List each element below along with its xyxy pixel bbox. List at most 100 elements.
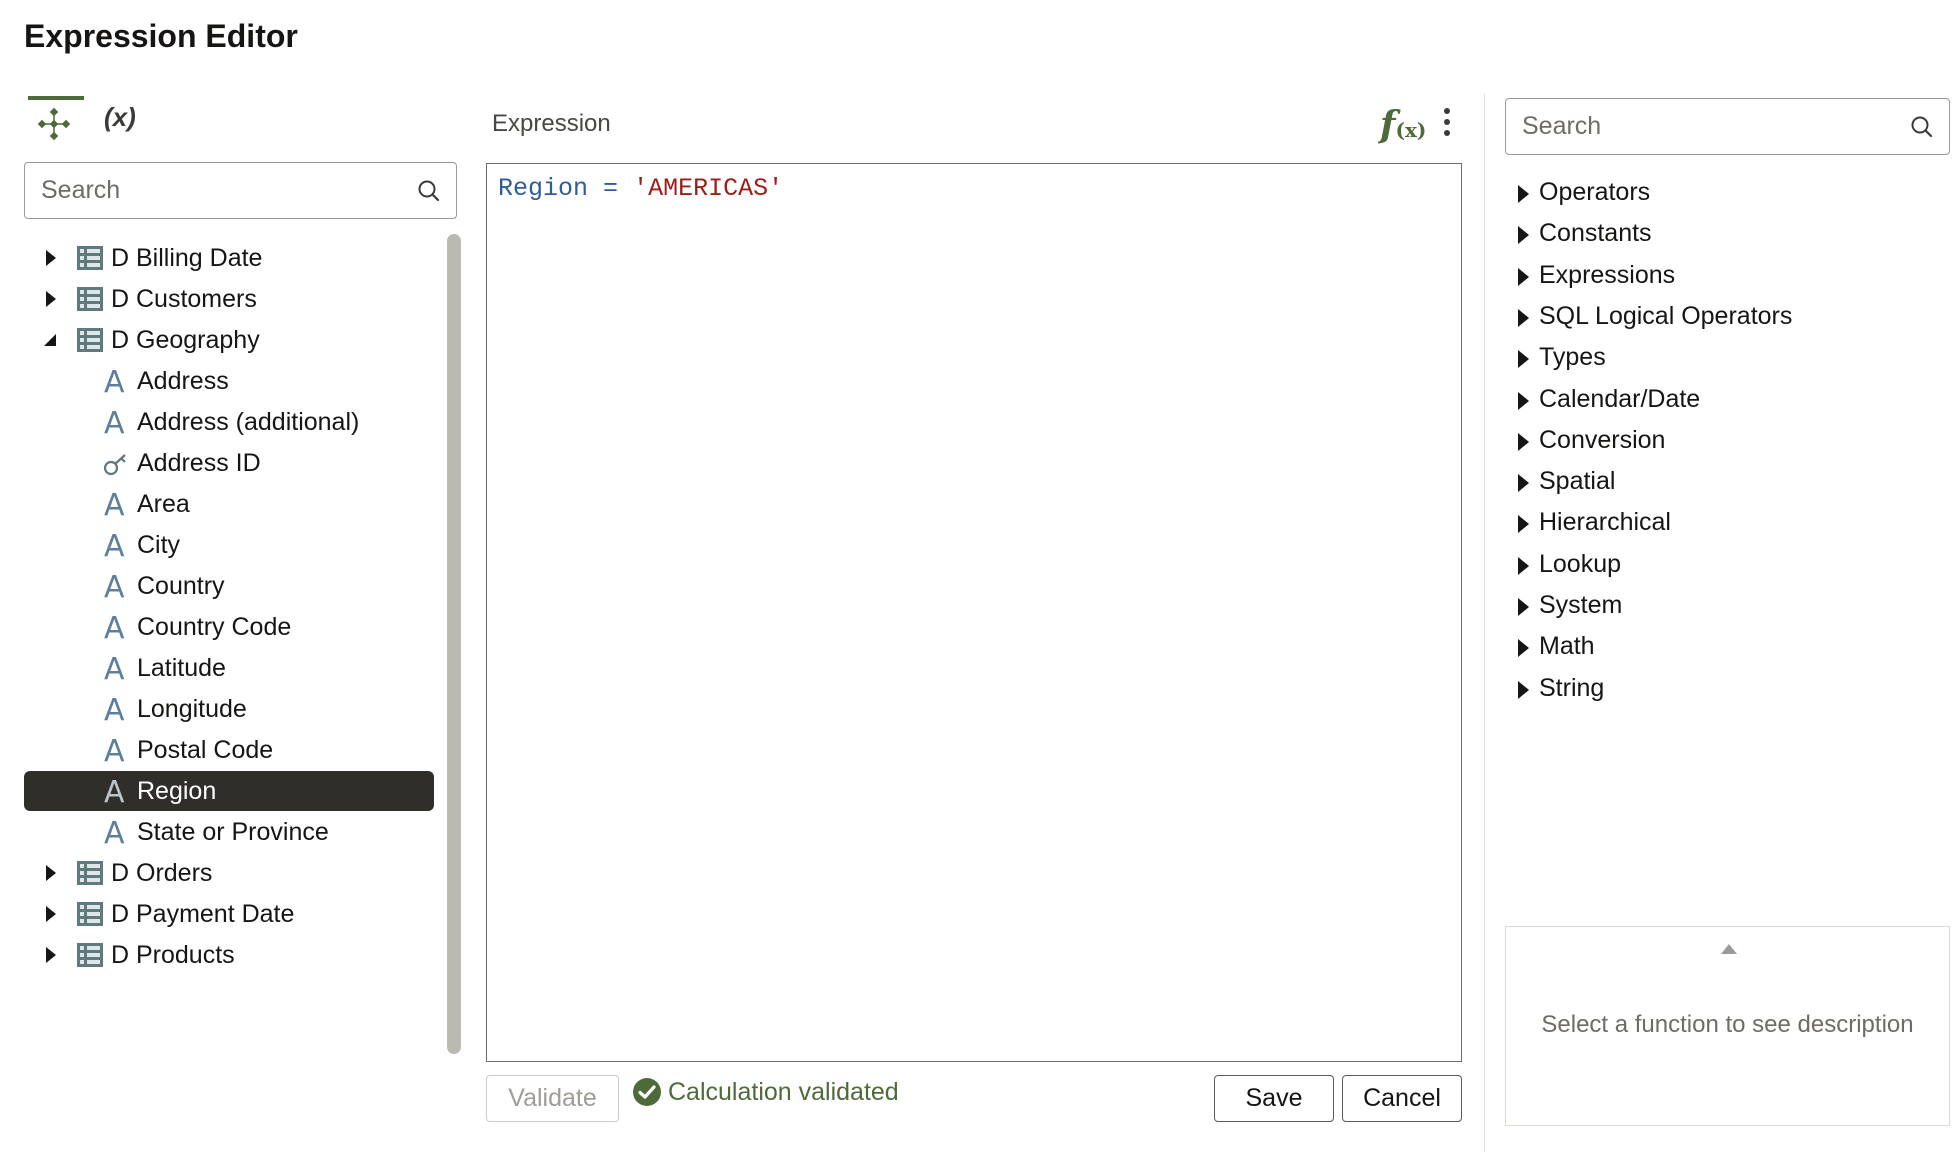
table-icon [77,902,103,926]
code-identifier: Region [498,174,589,203]
expand-arrow-icon [1518,392,1529,410]
validate-button[interactable]: Validate [486,1075,619,1122]
more-options-icon[interactable] [1441,108,1453,144]
tree-node-d-billing-date[interactable]: D Billing Date [24,238,434,278]
tree-node-label: State or Province [137,818,329,846]
tree-node-country[interactable]: A Country [24,566,434,606]
left-search-box [24,162,457,219]
search-icon[interactable] [1909,114,1935,140]
attribute-icon: A [104,488,125,523]
left-tabs: (x) [26,94,446,150]
expand-arrow-icon[interactable] [40,904,60,924]
expand-arrow-icon [1518,309,1529,327]
function-search-box [1505,98,1950,155]
save-button[interactable]: Save [1214,1075,1334,1122]
tree-node-label: Latitude [137,654,226,682]
category-label: Calendar/Date [1539,385,1701,413]
tree-node-label: Address ID [137,449,261,477]
tree-node-label: D Products [111,941,235,969]
expression-label: Expression [492,110,611,137]
table-icon [77,246,103,270]
tree-node-label: City [137,531,181,559]
tree-node-label: D Billing Date [111,244,263,272]
expand-arrow-icon [1518,639,1529,657]
category-label: Hierarchical [1539,508,1671,536]
tree-node-label: Region [137,777,217,805]
tree-node-city[interactable]: A City [24,525,434,565]
function-search-input[interactable] [1506,112,1909,141]
expand-arrow-icon[interactable] [40,289,60,309]
function-description-panel: Select a function to see description [1505,926,1950,1126]
expand-arrow-icon[interactable] [40,248,60,268]
tree-node-d-products[interactable]: D Products [24,935,434,975]
tree-node-address[interactable]: A Address [24,361,434,401]
tree-node-postal-code[interactable]: A Postal Code [24,730,434,770]
category-label: Types [1539,343,1606,371]
tree-node-label: Longitude [137,695,247,723]
tree-node-label: D Payment Date [111,900,295,928]
table-icon [77,287,103,311]
collapse-arrow-icon[interactable] [40,330,60,350]
tree-node-d-orders[interactable]: D Orders [24,853,434,893]
expand-arrow-icon [1518,598,1529,616]
category-label: Lookup [1539,550,1622,578]
tree-node-longitude[interactable]: A Longitude [24,689,434,729]
tree-node-label: D Orders [111,859,213,887]
data-elements-icon[interactable] [36,106,72,142]
expression-editor[interactable]: Region = 'AMERICAS' [486,163,1462,1062]
table-icon [77,943,103,967]
expand-arrow-icon [1518,515,1529,533]
expand-arrow-icon[interactable] [40,863,60,883]
expand-arrow-icon [1518,350,1529,368]
expression-code: Region = 'AMERICAS' [498,174,783,203]
tree-node-label: D Customers [111,285,257,313]
attribute-icon: A [104,570,125,605]
tree-scrollbar[interactable] [447,234,461,1054]
attribute-icon: A [104,529,125,564]
tree-node-label: Country [137,572,225,600]
cancel-button[interactable]: Cancel [1342,1075,1462,1122]
table-icon [77,861,103,885]
expand-arrow-icon[interactable] [40,945,60,965]
tree-node-d-payment-date[interactable]: D Payment Date [24,894,434,934]
function-description-text: Select a function to see description [1541,1011,1914,1038]
category-label: SQL Logical Operators [1539,302,1793,330]
key-icon [103,454,126,476]
expand-arrow-icon [1518,681,1529,699]
category-label: Spatial [1539,467,1616,495]
expand-arrow-icon [1518,557,1529,575]
tree-node-state-or-province[interactable]: A State or Province [24,812,434,852]
tree-node-latitude[interactable]: A Latitude [24,648,434,688]
fx-f: f [1380,104,1396,146]
table-icon [77,328,103,352]
expand-arrow-icon [1518,474,1529,492]
tree-node-address-id[interactable]: Address ID [24,443,434,483]
category-label: String [1539,674,1605,702]
tree-node-label: Country Code [137,613,292,641]
data-tree: D Billing Date D Customers D Geography A… [24,238,442,1152]
attribute-icon: A [104,816,125,851]
tree-node-label: Address [137,367,229,395]
expand-arrow-icon [1518,185,1529,203]
attribute-icon: A [104,611,125,646]
attribute-icon: A [104,365,125,400]
tree-node-area[interactable]: A Area [24,484,434,524]
function-fx-icon[interactable]: f(x) [1380,104,1426,146]
expand-arrow-icon [1518,433,1529,451]
category-label: Expressions [1539,261,1676,289]
attribute-icon: A [104,652,125,687]
page-title: Expression Editor [24,18,298,54]
search-icon[interactable] [416,178,442,204]
attribute-icon: A [104,734,125,769]
category-label: Conversion [1539,426,1666,454]
attribute-icon: A [104,693,125,728]
tree-node-country-code[interactable]: A Country Code [24,607,434,647]
tab-variables[interactable]: (x) [104,102,136,133]
tree-node-d-customers[interactable]: D Customers [24,279,434,319]
left-search-input[interactable] [25,176,416,205]
tree-node-d-geography[interactable]: D Geography [24,320,434,360]
collapse-caret-icon[interactable] [1720,943,1738,955]
tree-node-address-additional[interactable]: A Address (additional) [24,402,434,442]
panel-divider [1484,94,1485,1152]
tree-node-region[interactable]: A Region [24,771,434,811]
